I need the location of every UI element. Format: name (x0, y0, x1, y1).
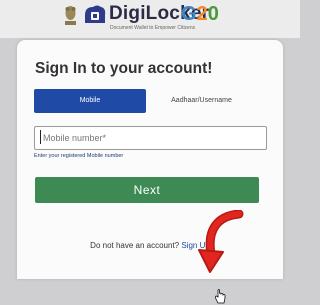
mobile-number-input[interactable] (34, 126, 267, 150)
tab-aadhaar-username[interactable]: Aadhaar/Username (143, 89, 260, 113)
tab-mobile[interactable]: Mobile (34, 89, 146, 113)
signin-card: Sign In to your account! Mobile Aadhaar/… (17, 40, 283, 304)
site-header: DigiLocker Document Wallet to Empower Ci… (0, 0, 300, 38)
next-button[interactable]: Next (35, 177, 259, 203)
mobile-hint-text: Enter your registered Mobile number (34, 153, 124, 159)
g20-letter: G (181, 3, 197, 25)
text-caret (40, 130, 41, 144)
g20-digit-two: 2 (196, 3, 208, 25)
national-emblem-icon (65, 6, 76, 25)
hand-cursor-icon (214, 289, 226, 304)
signup-prompt: Do not have an account? (90, 241, 180, 250)
g20-logo: G20 (181, 2, 219, 26)
g20-digit-zero: 0 (207, 3, 219, 25)
page-title: Sign In to your account! (35, 60, 213, 77)
digilocker-logo-icon (85, 5, 106, 23)
annotation-arrow-icon (198, 210, 244, 273)
